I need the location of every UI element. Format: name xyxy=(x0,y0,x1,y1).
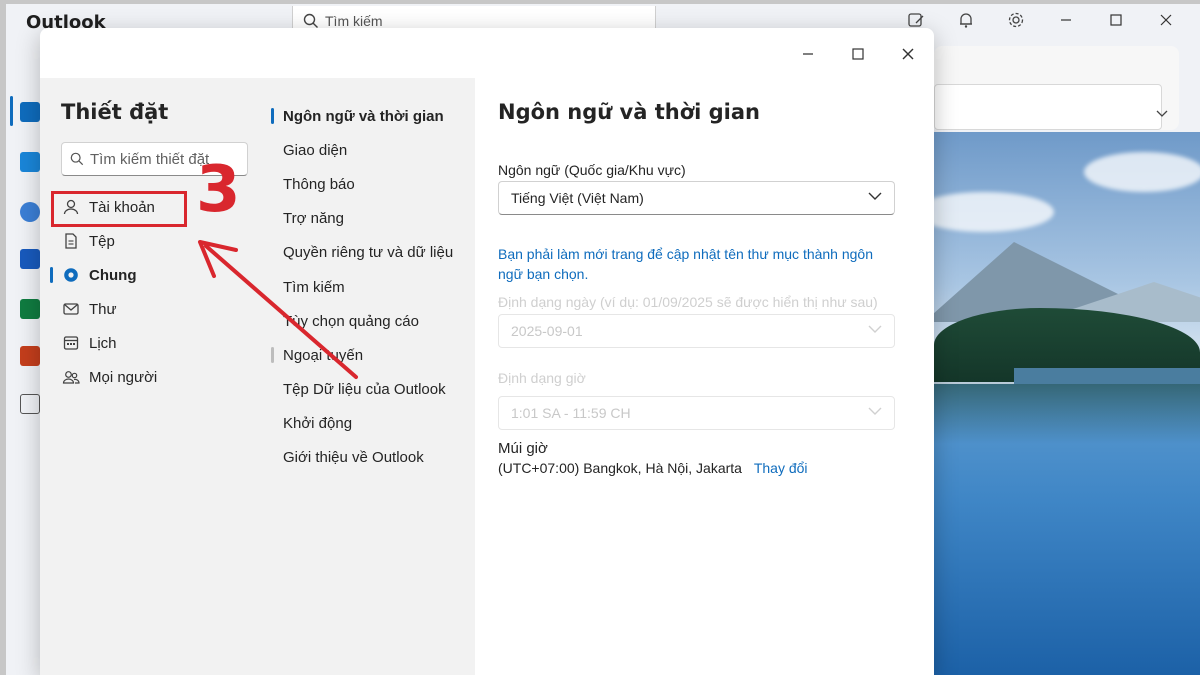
nav-item-files[interactable]: Tệp xyxy=(50,225,250,257)
rail-active-indicator xyxy=(10,96,13,126)
timezone-row: (UTC+07:00) Bangkok, Hà Nội, Jakarta Tha… xyxy=(498,460,808,476)
mail-icon xyxy=(63,303,79,315)
file-icon xyxy=(65,233,77,249)
apps-grid-icon[interactable] xyxy=(20,394,40,414)
active-indicator xyxy=(50,267,53,283)
calendar-app-icon[interactable] xyxy=(20,152,40,172)
people-icon xyxy=(62,371,80,384)
subnav-ad-options[interactable]: Tùy chọn quảng cáo xyxy=(283,309,419,333)
dialog-maximize-icon[interactable] xyxy=(850,46,866,62)
nav-item-label: Mọi người xyxy=(89,368,158,386)
subnav-notifications[interactable]: Thông báo xyxy=(283,172,355,196)
people-app-icon[interactable] xyxy=(20,202,40,222)
timezone-value: (UTC+07:00) Bangkok, Hà Nội, Jakarta xyxy=(498,460,742,476)
highlight-box xyxy=(51,191,187,227)
step-number: 3 xyxy=(196,153,241,227)
settings-subnav: Ngôn ngữ và thời gian Giao diện Thông bá… xyxy=(268,78,475,675)
word-app-icon[interactable] xyxy=(20,249,40,269)
subnav-language-time[interactable]: Ngôn ngữ và thời gian xyxy=(283,104,444,128)
subnav-about[interactable]: Giới thiệu về Outlook xyxy=(283,445,424,469)
subnav-startup[interactable]: Khởi động xyxy=(283,411,352,435)
time-format-dropdown: 1:01 SA - 11:59 CH xyxy=(498,396,895,430)
maximize-icon[interactable] xyxy=(1108,12,1124,28)
settings-content: Ngôn ngữ và thời gian Ngôn ngữ (Quốc gia… xyxy=(475,78,934,675)
app-search-placeholder: Tìm kiếm xyxy=(325,12,383,29)
timezone-change-link[interactable]: Thay đổi xyxy=(754,460,808,476)
subnav-appearance[interactable]: Giao diện xyxy=(283,138,347,162)
excel-app-icon[interactable] xyxy=(20,299,40,319)
page-title: Ngôn ngữ và thời gian xyxy=(498,100,760,124)
mail-app-icon[interactable] xyxy=(20,102,40,122)
subnav-accessibility[interactable]: Trợ năng xyxy=(283,206,344,230)
language-label: Ngôn ngữ (Quốc gia/Khu vực) xyxy=(498,162,686,178)
language-value: Tiếng Việt (Việt Nam) xyxy=(511,190,644,206)
subnav-offline[interactable]: Ngoại tuyến xyxy=(283,343,363,367)
nav-item-label: Thư xyxy=(89,300,117,318)
nav-item-people[interactable]: Mọi người xyxy=(50,361,250,393)
background-dropdown[interactable] xyxy=(934,84,1162,130)
nav-item-label: Chung xyxy=(89,266,137,284)
settings-dialog: Thiết đặt Tìm kiếm thiết đặt Tài khoản T… xyxy=(40,28,934,675)
nav-item-label: Lịch xyxy=(89,334,117,352)
time-format-value: 1:01 SA - 11:59 CH xyxy=(511,405,631,421)
bell-icon[interactable] xyxy=(956,10,976,30)
background-image xyxy=(934,132,1200,675)
chevron-down-icon xyxy=(868,407,882,415)
timezone-label: Múi giờ xyxy=(498,440,548,457)
dialog-minimize-icon[interactable] xyxy=(800,46,816,62)
dialog-close-icon[interactable] xyxy=(900,46,916,62)
minimize-icon[interactable] xyxy=(1058,12,1074,28)
nav-item-calendar[interactable]: Lịch xyxy=(50,327,250,359)
subnav-hover-indicator xyxy=(271,347,274,363)
subnav-active-indicator xyxy=(271,108,274,124)
nav-item-general[interactable]: Chung xyxy=(50,259,250,291)
close-icon[interactable] xyxy=(1158,12,1174,28)
date-format-value: 2025-09-01 xyxy=(511,323,583,339)
subnav-privacy[interactable]: Quyền riêng tư và dữ liệu xyxy=(283,240,453,264)
chevron-down-icon xyxy=(868,192,882,200)
subnav-data-files[interactable]: Tệp Dữ liệu của Outlook xyxy=(283,377,446,401)
language-note: Bạn phải làm mới trang để cập nhật tên t… xyxy=(498,246,874,282)
app-rail xyxy=(6,44,40,414)
search-icon xyxy=(70,152,84,166)
powerpoint-app-icon[interactable] xyxy=(20,346,40,366)
gear-icon[interactable] xyxy=(1006,10,1026,30)
date-format-label: Định dạng ngày (ví dụ: 01/09/2025 sẽ đượ… xyxy=(498,294,878,310)
language-dropdown[interactable]: Tiếng Việt (Việt Nam) xyxy=(498,181,895,215)
nav-item-label: Tệp xyxy=(89,232,115,250)
search-icon xyxy=(303,13,318,28)
settings-search-placeholder: Tìm kiếm thiết đặt xyxy=(90,150,210,168)
compose-note-icon[interactable] xyxy=(906,10,926,30)
nav-item-mail[interactable]: Thư xyxy=(50,293,250,325)
subnav-search[interactable]: Tìm kiếm xyxy=(283,275,345,299)
settings-title: Thiết đặt xyxy=(61,100,169,124)
calendar-icon xyxy=(63,336,79,350)
chevron-down-icon xyxy=(1156,110,1168,117)
date-format-dropdown: 2025-09-01 xyxy=(498,314,895,348)
chevron-down-icon xyxy=(868,325,882,333)
time-format-label: Định dạng giờ xyxy=(498,370,586,386)
gear-icon xyxy=(64,268,78,282)
